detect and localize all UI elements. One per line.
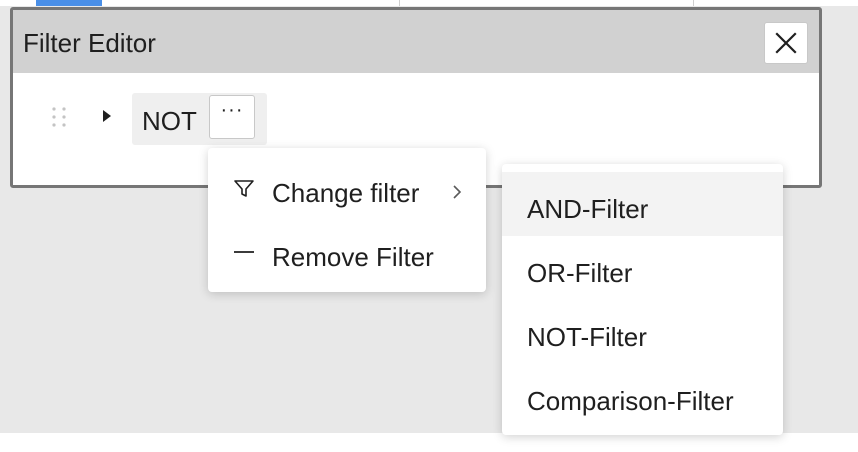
submenu-item-label: OR-Filter [527, 258, 633, 288]
column-divider [693, 0, 694, 6]
chevron-right-icon [453, 185, 462, 199]
submenu-item-and-filter[interactable]: AND-Filter [502, 172, 783, 236]
filter-node-label: NOT [142, 106, 197, 136]
submenu-item-or-filter[interactable]: OR-Filter [502, 236, 783, 300]
filter-icon [234, 180, 254, 197]
submenu-item-comparison-filter[interactable]: Comparison-Filter [502, 364, 783, 428]
menu-item-label: Remove Filter [272, 242, 434, 272]
node-menu-button[interactable]: ··· [209, 95, 255, 139]
node-context-menu: Change filter Remove Filter [208, 148, 486, 292]
submenu-item-label: Comparison-Filter [527, 386, 734, 416]
menu-item-remove-filter[interactable]: Remove Filter [208, 220, 486, 284]
dialog-title: Filter Editor [23, 28, 156, 58]
more-options-icon: ··· [220, 99, 244, 121]
close-button[interactable] [764, 22, 808, 64]
submenu-item-not-filter[interactable]: NOT-Filter [502, 300, 783, 364]
change-filter-submenu: AND-Filter OR-Filter NOT-Filter Comparis… [502, 164, 783, 435]
submenu-item-label: AND-Filter [527, 194, 649, 224]
column-divider [399, 0, 400, 6]
drag-handle-icon[interactable] [51, 106, 67, 133]
selected-tab-indicator [36, 0, 102, 6]
dialog-header: Filter Editor [13, 10, 819, 73]
top-tab-strip [0, 0, 858, 6]
menu-item-change-filter[interactable]: Change filter [208, 156, 486, 220]
filter-node[interactable]: NOT ··· [132, 93, 267, 145]
expand-arrow-icon[interactable] [101, 108, 113, 129]
menu-item-label: Change filter [272, 178, 420, 208]
minus-icon [234, 251, 254, 253]
submenu-item-label: NOT-Filter [527, 322, 647, 352]
close-icon [775, 32, 797, 54]
